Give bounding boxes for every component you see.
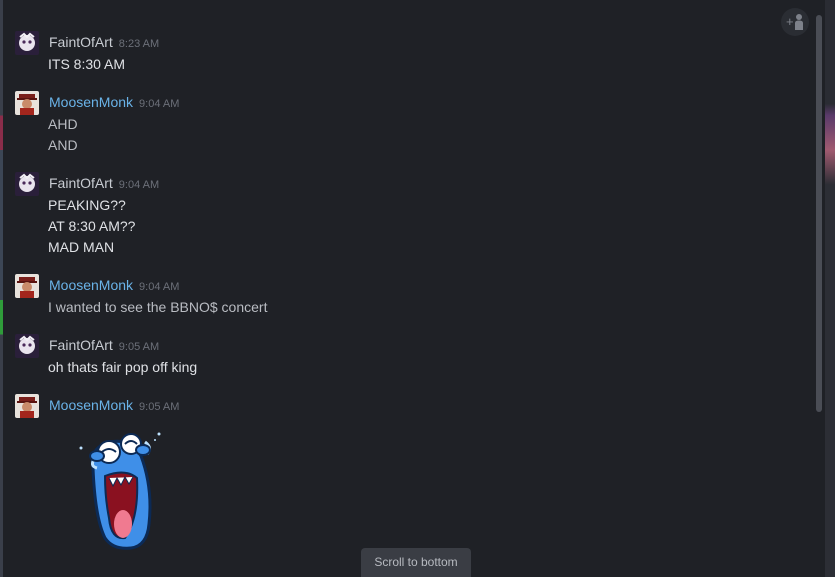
username[interactable]: FaintOfArt xyxy=(49,175,113,191)
message-text: AND xyxy=(48,137,78,153)
timestamp: 9:04 AM xyxy=(118,179,160,191)
timestamp: 8:23 AM xyxy=(118,38,160,50)
timestamp: 9:05 AM xyxy=(139,401,180,413)
message-header: MoosenMonk 9:05 AM xyxy=(49,397,179,413)
message-text: oh thats fair pop off king xyxy=(48,359,198,375)
svg-text:+: + xyxy=(786,14,794,29)
message-text: AHD xyxy=(48,116,78,132)
message-text: AT 8:30 AM?? xyxy=(48,218,136,234)
background-window-edge-right xyxy=(825,0,835,577)
avatar[interactable] xyxy=(15,31,39,55)
username[interactable]: FaintOfArt xyxy=(49,34,113,50)
avatar[interactable] xyxy=(15,334,39,358)
chat-scrollbar[interactable] xyxy=(816,15,822,412)
username[interactable]: FaintOfArt xyxy=(49,337,113,353)
avatar[interactable] xyxy=(15,274,39,298)
message-header: FaintOfArt 9:04 AM xyxy=(49,175,159,191)
message-header: FaintOfArt 8:23 AM xyxy=(49,34,159,50)
message-header: MoosenMonk 9:04 AM xyxy=(49,277,179,293)
message-header: FaintOfArt 9:05 AM xyxy=(49,337,159,353)
timestamp: 9:04 AM xyxy=(139,281,180,293)
invite-friend-button[interactable]: + xyxy=(781,8,809,36)
scroll-to-bottom-button[interactable]: Scroll to bottom xyxy=(361,548,471,577)
avatar[interactable] xyxy=(15,172,39,196)
message-header: MoosenMonk 9:04 AM xyxy=(49,94,179,110)
message-text: ITS 8:30 AM xyxy=(48,56,126,72)
avatar[interactable] xyxy=(15,394,39,418)
username[interactable]: MoosenMonk xyxy=(49,397,133,413)
message-text: PEAKING?? xyxy=(48,197,126,213)
username[interactable]: MoosenMonk xyxy=(49,277,133,293)
avatar[interactable] xyxy=(15,91,39,115)
chat-history[interactable]: + FaintOfArt 8:23 AM ITS 8:30 AM MoosenM… xyxy=(3,0,825,577)
message-text: MAD MAN xyxy=(48,239,115,255)
timestamp: 9:04 AM xyxy=(139,98,180,110)
add-person-icon: + xyxy=(786,14,803,30)
message-text: I wanted to see the BBNO$ concert xyxy=(48,299,268,315)
laughing-blob-sticker[interactable] xyxy=(75,428,165,558)
username[interactable]: MoosenMonk xyxy=(49,94,133,110)
timestamp: 9:05 AM xyxy=(118,341,160,353)
